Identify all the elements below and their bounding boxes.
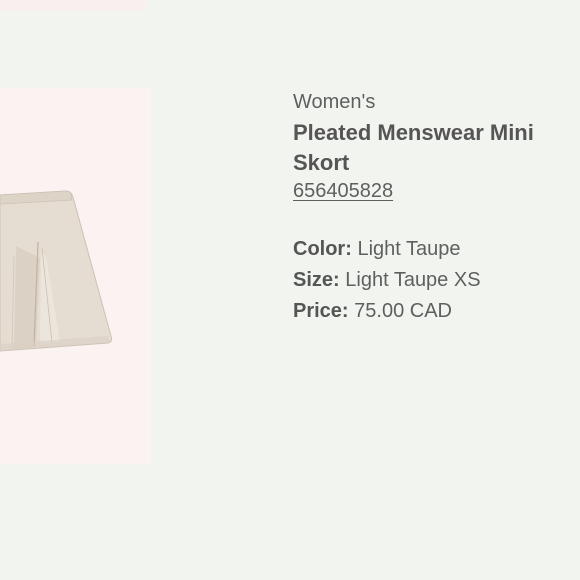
product-category: Women's [293, 91, 376, 113]
skort-illustration [0, 190, 113, 352]
product-attributes: Color: Light Taupe Size: Light Taupe XS … [293, 234, 578, 327]
color-row: Color: Light Taupe [293, 234, 578, 265]
product-code-link[interactable]: 656405828 [293, 178, 393, 204]
size-label: Size: [293, 269, 340, 291]
price-row: Price: 75.00 CAD [293, 296, 578, 327]
product-image[interactable] [0, 88, 151, 464]
previous-product-image-edge [0, 0, 146, 11]
color-label: Color: [293, 238, 352, 260]
product-info-panel: Women's Pleated Menswear Mini Skort 6564… [293, 89, 578, 327]
price-label: Price: [293, 300, 349, 322]
size-row: Size: Light Taupe XS [293, 265, 578, 296]
price-value: 75.00 CAD [354, 300, 452, 322]
color-value: Light Taupe [357, 238, 461, 260]
size-value: Light Taupe XS [345, 269, 481, 291]
product-title: Pleated Menswear Mini Skort [293, 120, 534, 175]
